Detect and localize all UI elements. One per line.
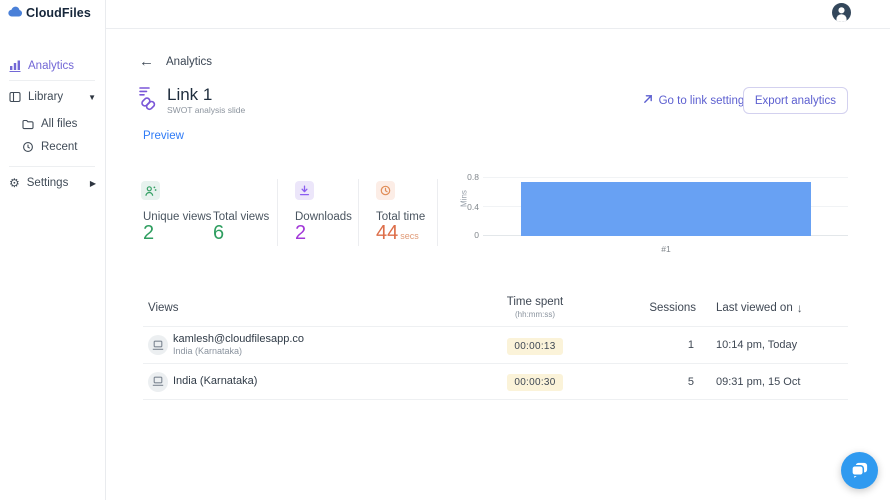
sidebar-item-label: All files [41, 118, 77, 130]
sessions-cell: 5 [610, 376, 696, 388]
stats-divider [358, 179, 359, 246]
time-spent-cell: 00:00:30 [460, 372, 610, 391]
device-icon [148, 335, 168, 355]
total-time-unit: secs [400, 231, 419, 241]
downloads-value: 2 [295, 222, 306, 245]
analytics-chart-icon [9, 60, 21, 72]
breadcrumb: ← Analytics [139, 54, 212, 69]
table-row[interactable]: kamlesh@cloudfilesapp.co India (Karnatak… [143, 326, 848, 363]
total-time-icon [376, 181, 395, 200]
go-to-link-settings-label: Go to link settings [659, 95, 750, 107]
sidebar-item-settings[interactable]: ⚙ Settings ▶ [0, 170, 106, 196]
y-tick: 0.4 [453, 202, 479, 212]
viewer-cell: kamlesh@cloudfilesapp.co India (Karnatak… [143, 333, 460, 358]
time-spent-badge: 00:00:30 [507, 374, 562, 391]
last-viewed-cell: 10:14 pm, Today [696, 339, 848, 351]
time-spent-cell: 00:00:13 [460, 336, 610, 355]
library-icon [9, 91, 21, 103]
chevron-right-icon: ▶ [90, 179, 96, 188]
external-arrow-icon [643, 94, 653, 107]
preview-link[interactable]: Preview [143, 130, 184, 142]
total-views-value: 6 [213, 222, 224, 245]
top-bar [106, 0, 890, 29]
go-to-link-settings-link[interactable]: Go to link settings [643, 94, 750, 107]
last-viewed-cell: 09:31 pm, 15 Oct [696, 376, 848, 388]
downloads-icon [295, 181, 314, 200]
page-title: Link 1 [167, 85, 212, 105]
sidebar-item-label: Recent [41, 141, 77, 153]
viewer-cell: India (Karnataka) [143, 372, 460, 392]
column-header-sessions: Sessions [610, 302, 696, 314]
user-avatar[interactable] [832, 3, 851, 22]
device-icon [148, 372, 168, 392]
export-analytics-button[interactable]: Export analytics [743, 87, 848, 114]
column-header-views: Views [143, 302, 460, 314]
chevron-down-icon: ▼ [88, 93, 96, 102]
sessions-cell: 1 [610, 339, 696, 351]
sidebar-divider [9, 166, 95, 167]
x-tick: #1 [661, 244, 670, 254]
chat-widget-button[interactable] [841, 452, 878, 489]
page-subtitle: SWOT analysis slide [167, 105, 245, 115]
sidebar-item-analytics[interactable]: Analytics [0, 53, 106, 79]
folder-icon [22, 119, 34, 130]
sidebar: CloudFiles Analytics Library ▼ All files… [0, 0, 106, 500]
unique-views-value: 2 [143, 222, 154, 245]
sidebar-item-recent[interactable]: Recent [0, 134, 106, 160]
y-tick: 0 [453, 230, 479, 240]
gear-icon: ⚙ [9, 177, 20, 189]
sidebar-item-library[interactable]: Library ▼ [0, 84, 106, 110]
back-arrow-icon[interactable]: ← [139, 54, 154, 69]
chat-bubbles-icon [850, 461, 869, 480]
table-header-row: Views Time spent (hh:mm:ss) Sessions Las… [143, 290, 848, 326]
column-header-last-viewed[interactable]: Last viewed on ↓ [696, 301, 848, 315]
stats-divider [437, 179, 438, 246]
chart-plot-area [483, 177, 848, 236]
history-icon [22, 141, 34, 153]
viewer-name: India (Karnataka) [173, 375, 257, 389]
y-tick: 0.8 [453, 172, 479, 182]
table-row[interactable]: India (Karnataka) 00:00:30 5 09:31 pm, 1… [143, 363, 848, 400]
breadcrumb-label: Analytics [166, 56, 212, 68]
column-header-time-spent: Time spent (hh:mm:ss) [460, 296, 610, 319]
total-time-value: 44secs [376, 222, 419, 245]
cloud-logo-icon [8, 4, 23, 22]
unique-views-icon [141, 181, 160, 200]
sidebar-item-label: Library [28, 91, 63, 103]
viewer-location: India (Karnataka) [173, 346, 304, 357]
time-spent-unit-label: (hh:mm:ss) [460, 310, 610, 320]
stats-divider [277, 179, 278, 246]
brand-name: CloudFiles [26, 6, 91, 20]
sidebar-item-label: Analytics [28, 60, 74, 72]
sidebar-item-label: Settings [27, 177, 69, 189]
link-icon [138, 86, 159, 117]
viewer-name: kamlesh@cloudfilesapp.co [173, 333, 304, 347]
gridline [483, 177, 848, 178]
chart-bar [521, 182, 811, 236]
sort-descending-icon: ↓ [797, 301, 803, 315]
sidebar-divider [9, 80, 95, 81]
time-per-visit-chart: Mins 0.8 0.4 0 #1 [450, 168, 848, 253]
time-spent-badge: 00:00:13 [507, 338, 562, 355]
cloudfiles-logo[interactable]: CloudFiles [8, 4, 91, 22]
views-table: Views Time spent (hh:mm:ss) Sessions Las… [143, 290, 848, 400]
